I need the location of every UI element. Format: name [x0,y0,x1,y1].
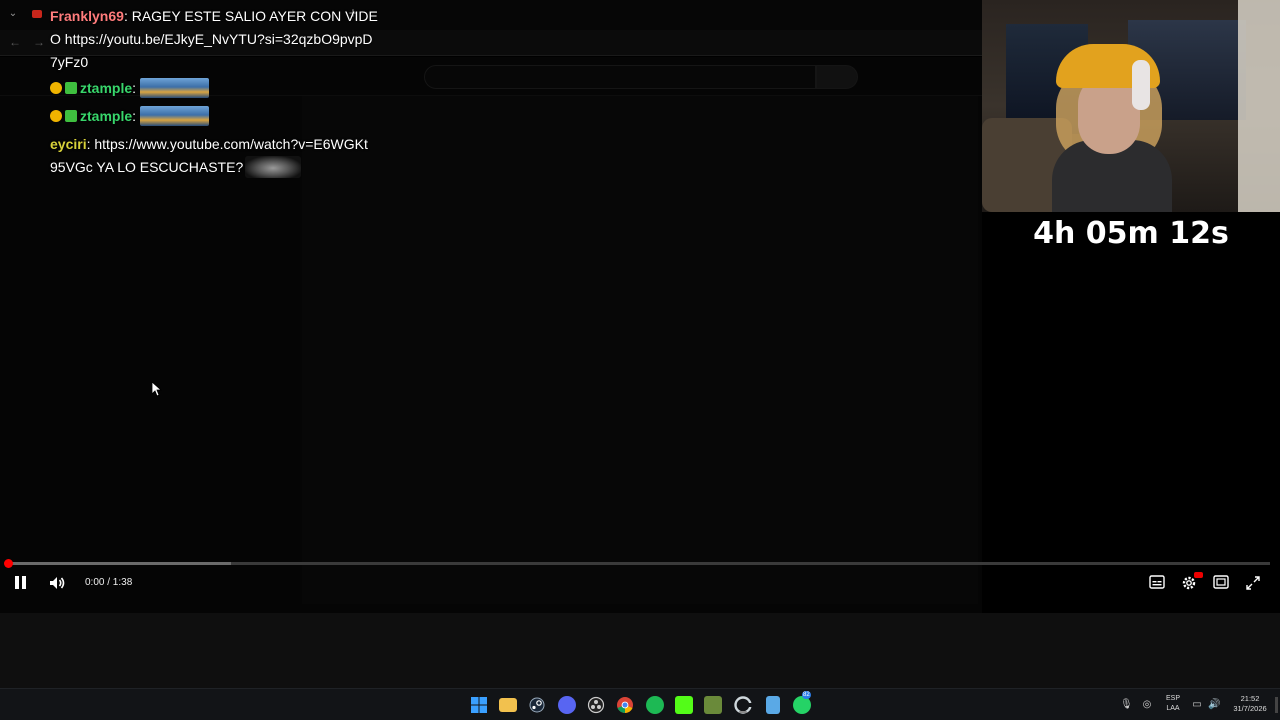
emote-image [245,156,302,178]
file-explorer-icon[interactable] [499,698,517,712]
subtitles-icon [1149,575,1165,589]
whatsapp-icon[interactable]: 82 [793,691,811,714]
settings-button[interactable] [1181,572,1203,591]
chat-separator: : [123,8,132,24]
chat-username: ztample [80,80,133,96]
chat-separator: : [132,108,140,124]
stream-timer: 4h 05m 12s [1033,216,1229,251]
buffer-bar [8,562,231,565]
discord-icon[interactable] [558,696,576,714]
speaker-icon[interactable]: 🔊 [1208,699,1220,711]
search-button[interactable] [816,65,858,89]
chat-overlay: Franklyn69: RAGEY ESTE SALIO AYER CON VI… [50,5,380,179]
chat-text: https://www.youtube.com/watch?v=E6WGKt95… [50,136,368,175]
obs-icon[interactable] [587,696,605,714]
webcam-wall [1238,0,1280,212]
webcam-headphone [1132,60,1150,110]
pause-button[interactable] [14,574,28,592]
network-icon[interactable]: ◎ [1141,699,1153,711]
fullscreen-icon [1246,576,1260,590]
language-code: ESP [1165,695,1180,702]
scrubber-handle[interactable] [4,559,13,568]
subscriber-badge-icon [65,82,77,94]
spotify-icon[interactable] [646,696,664,714]
emoji-badge-icon [50,110,62,122]
taskbar: 82 🎙 ◎ ESP LAA ▭ 🔊 21:52 31/7/2026 [0,688,1280,720]
display-icon[interactable]: ▭ [1191,699,1203,711]
chat-username: eyciri [50,136,87,152]
show-desktop-button[interactable] [1275,697,1278,713]
microphone-icon[interactable]: 🎙 [1120,699,1133,711]
back-arrow-icon[interactable]: ← [8,35,22,49]
chat-separator: : [132,80,140,96]
video-player[interactable] [302,96,978,604]
chat-message: ztample: [50,77,380,100]
webcam-overlay [982,0,1280,212]
emote-image [139,106,209,126]
kick-icon[interactable] [675,696,693,714]
chat-message: Franklyn69: RAGEY ESTE SALIO AYER CON VI… [50,5,380,74]
chat-username: ztample [80,108,133,124]
theater-mode-icon [1213,575,1229,589]
emoji-badge-icon [50,82,62,94]
clock-time: 21:52 [1240,694,1260,703]
time-display: 0:00 / 1:38 [85,577,133,588]
clock-date: 31/7/2026 [1233,704,1267,713]
subtitles-button[interactable] [1149,575,1167,591]
notepad-icon[interactable] [766,696,780,714]
fullscreen-button[interactable] [1245,575,1263,591]
youtube-favicon-icon[interactable] [32,10,42,18]
chrome-dev-icon[interactable] [734,696,752,714]
notification-badge: 82 [802,691,811,699]
windows-start-icon[interactable] [470,696,488,714]
theater-mode-button[interactable] [1213,575,1231,591]
chat-username: Franklyn69 [50,8,124,24]
search-input[interactable] [424,65,816,89]
chevron-down-icon[interactable]: ⌄ [6,7,20,21]
language-indicator[interactable]: ESP LAA [1163,694,1183,714]
volume-icon [50,577,65,589]
keyboard-layout: LAA [1166,705,1180,712]
progress-bar[interactable] [8,562,1270,565]
below-player-area [0,613,1280,688]
forward-arrow-icon[interactable]: → [32,35,46,49]
chat-message: ztample: [50,105,380,128]
steam-icon[interactable] [528,696,546,714]
system-clock[interactable]: 21:52 31/7/2026 [1228,694,1272,714]
volume-button[interactable] [48,574,66,592]
hd-badge [1194,572,1203,578]
chat-message: eyciri: https://www.youtube.com/watch?v=… [50,133,370,179]
chrome-icon[interactable] [616,696,634,714]
subscriber-badge-icon [65,110,77,122]
active-app-indicator [739,711,747,713]
emote-image [139,78,209,98]
minecraft-icon[interactable] [704,696,722,714]
